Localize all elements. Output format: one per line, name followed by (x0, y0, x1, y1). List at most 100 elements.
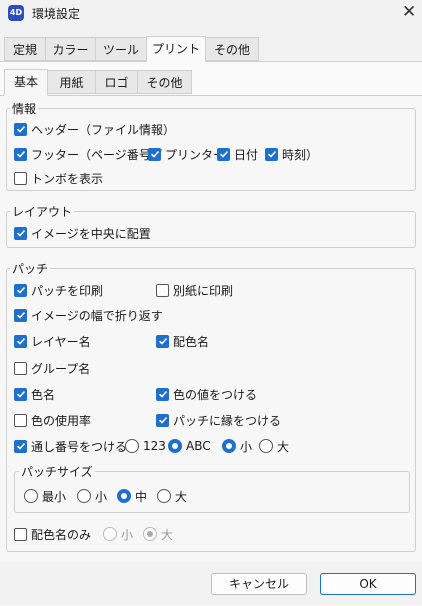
checkbox-unchecked-icon (156, 283, 169, 297)
color-value-checkbox[interactable]: 色の値をつける (156, 386, 257, 402)
serial-large-radio[interactable]: 大 (259, 438, 289, 454)
radio-unselected-icon (24, 489, 38, 503)
wrap-checkbox[interactable]: イメージの幅で折り返す (14, 307, 163, 323)
checkbox-unchecked-icon (14, 413, 27, 427)
color-name-checkbox[interactable]: 配色名 (156, 333, 209, 349)
checkbox-checked-icon (14, 283, 27, 297)
print-patch-label: パッチを印刷 (31, 283, 104, 298)
serial-abc-radio[interactable]: ABC (168, 438, 211, 454)
radio-unselected-icon (77, 489, 91, 503)
checkbox-checked-icon (265, 147, 278, 161)
checkbox-checked-icon (156, 334, 169, 348)
wrap-label: イメージの幅で折り返す (31, 308, 163, 323)
serial-checkbox[interactable]: 通し番号をつける (14, 438, 127, 454)
color-value-label: 色の値をつける (173, 387, 258, 402)
checkbox-checked-icon (14, 387, 27, 401)
date-checkbox[interactable]: 日付 (217, 146, 258, 162)
trim-checkbox[interactable]: トンボを表示 (14, 170, 103, 186)
serial-label: 通し番号をつける (31, 439, 128, 454)
app-icon: 4D (8, 5, 24, 21)
tab-tool[interactable]: ツール (95, 37, 147, 61)
patch-size-small-label: 小 (95, 489, 108, 504)
close-icon[interactable]: ✕ (402, 2, 416, 22)
color-checkbox[interactable]: 色名 (14, 386, 55, 402)
radio-selected-icon (168, 439, 182, 453)
print-patch-checkbox[interactable]: パッチを印刷 (14, 282, 103, 298)
center-image-label: イメージを中央に配置 (31, 226, 151, 241)
name-only-small-radio[interactable]: 小 (103, 526, 133, 542)
serial-small-label: 小 (240, 439, 253, 454)
time-checkbox[interactable]: 時刻） (265, 146, 318, 162)
checkbox-checked-icon (14, 308, 27, 322)
ok-button[interactable]: OK (320, 573, 416, 595)
patch-size-min-radio[interactable]: 最小 (24, 488, 66, 504)
radio-selected-icon (222, 439, 236, 453)
patch-size-small-radio[interactable]: 小 (77, 488, 107, 504)
header-label: ヘッダー（ファイル情報） (31, 122, 176, 137)
serial-small-radio[interactable]: 小 (222, 438, 252, 454)
checkbox-checked-icon (14, 147, 27, 161)
radio-disabled-icon (103, 527, 117, 541)
patch-size-min-label: 最小 (42, 489, 67, 504)
usage-label: 色の使用率 (31, 413, 92, 428)
subtab-divider (0, 95, 422, 96)
name-only-small-label: 小 (121, 527, 134, 542)
title-bar: 4D 環境設定 ✕ (0, 0, 422, 26)
time-label: 時刻） (282, 147, 319, 162)
trim-label: トンボを表示 (31, 171, 104, 186)
footer-checkbox[interactable]: フッター（ページ番号／ (14, 146, 163, 162)
footer-label: フッター（ページ番号／ (31, 147, 163, 162)
serial-123-label: 123 (143, 439, 166, 453)
checkbox-checked-icon (148, 147, 161, 161)
border-label: パッチに縁をつける (173, 413, 282, 428)
patch-size-medium-radio[interactable]: 中 (117, 488, 147, 504)
checkbox-checked-icon (217, 147, 230, 161)
date-label: 日付 (234, 147, 259, 162)
checkbox-checked-icon (14, 439, 27, 453)
patch-size-large-label: 大 (175, 489, 188, 504)
printer-label: プリンター (165, 147, 226, 162)
patch-size-large-radio[interactable]: 大 (157, 488, 187, 504)
usage-checkbox[interactable]: 色の使用率 (14, 412, 91, 428)
color-label: 色名 (31, 387, 56, 402)
radio-selected-icon (117, 489, 131, 503)
radio-unselected-icon (157, 489, 171, 503)
window-title: 環境設定 (32, 7, 81, 21)
checkbox-checked-icon (156, 387, 169, 401)
tab-ruler[interactable]: 定規 (4, 37, 46, 61)
radio-unselected-icon (125, 439, 139, 453)
separate-sheet-label: 別紙に印刷 (173, 283, 234, 298)
radio-disabled-selected-icon (143, 527, 157, 541)
tab-print[interactable]: プリント (146, 36, 206, 62)
subtab-basic[interactable]: 基本 (4, 69, 48, 96)
serial-abc-label: ABC (186, 439, 211, 453)
checkbox-unchecked-icon (14, 171, 27, 185)
layer-name-checkbox[interactable]: レイヤー名 (14, 333, 91, 349)
name-only-checkbox[interactable]: 配色名のみ (14, 526, 91, 542)
serial-123-radio[interactable]: 123 (125, 438, 166, 454)
header-checkbox[interactable]: ヘッダー（ファイル情報） (14, 121, 175, 137)
separate-sheet-checkbox[interactable]: 別紙に印刷 (156, 282, 233, 298)
layout-legend: レイアウト (10, 203, 75, 220)
group-name-checkbox[interactable]: グループ名 (14, 360, 90, 376)
center-image-checkbox[interactable]: イメージを中央に配置 (14, 225, 151, 241)
border-checkbox[interactable]: パッチに縁をつける (156, 412, 281, 428)
layer-name-label: レイヤー名 (31, 334, 91, 349)
subtab-logo[interactable]: ロゴ (95, 70, 138, 94)
serial-large-label: 大 (277, 439, 290, 454)
checkbox-unchecked-icon (14, 361, 27, 375)
checkbox-checked-icon (156, 413, 169, 427)
name-only-label: 配色名のみ (31, 527, 92, 542)
subtab-paper[interactable]: 用紙 (47, 70, 96, 94)
patch-size-medium-label: 中 (135, 489, 148, 504)
info-legend: 情報 (10, 100, 39, 117)
tab-other[interactable]: その他 (205, 37, 259, 61)
tab-color[interactable]: カラー (45, 37, 96, 61)
subtab-other[interactable]: その他 (137, 70, 192, 94)
name-only-large-label: 大 (161, 527, 174, 542)
color-name-label: 配色名 (173, 334, 210, 349)
radio-unselected-icon (259, 439, 273, 453)
printer-checkbox[interactable]: プリンター (148, 146, 225, 162)
cancel-button[interactable]: キャンセル (211, 573, 307, 595)
name-only-large-radio[interactable]: 大 (143, 526, 173, 542)
